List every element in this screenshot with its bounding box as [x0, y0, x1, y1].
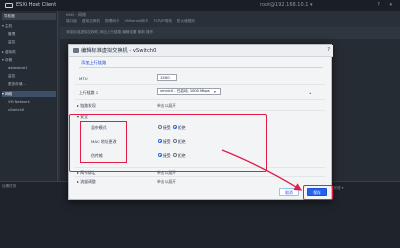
traffic-shaping-toggle[interactable]: ▸ 流量调整: [77, 179, 96, 185]
mtu-label: MTU: [79, 76, 88, 81]
row-divider: [75, 99, 325, 100]
section-divider: [79, 67, 323, 68]
nav-item-storage[interactable]: ▾ 存储: [2, 57, 12, 63]
nav-item-vm-network[interactable]: VM Network: [8, 99, 30, 105]
app-title: ESXi Host Client: [16, 2, 57, 8]
uplink-label: 上行链路 1: [79, 90, 99, 95]
vswitch-icon: [73, 48, 79, 53]
nav-item-network[interactable]: ▾ 网络: [2, 91, 56, 97]
help-icon[interactable]: ?: [327, 47, 330, 53]
traffic-shaping-value[interactable]: 单击以展开: [157, 179, 176, 185]
help-menu[interactable]: ? ▾: [377, 0, 396, 11]
row-divider: [75, 84, 325, 85]
recent-tasks-title: 近期任务: [2, 184, 17, 188]
task-status-filter[interactable]: 已完成 ▾: [330, 186, 392, 194]
link-discovery-toggle[interactable]: ▸ 链路发现: [77, 103, 96, 109]
link-discovery-value[interactable]: 单击以展开: [157, 103, 176, 109]
app-title-bar: ESXi Host Client root@192.168.10.1 ▾ ? ▾: [0, 0, 400, 11]
nav-item-datastore[interactable]: datastore1: [8, 65, 27, 71]
nav-item-vswitch0[interactable]: vSwitch0: [8, 107, 24, 113]
nav-item-storage-monitor[interactable]: 监控: [8, 73, 15, 79]
user-host-menu[interactable]: root@192.168.10.1 ▾: [260, 0, 313, 11]
network-tabs[interactable]: 端口组 虚拟交换机 物理网卡 VMkernel网卡 TCP/IP堆栈 防火墙规则: [66, 19, 195, 24]
nav-item-more-storage[interactable]: 更多存储...: [8, 81, 26, 87]
dialog-title-bar: 编辑标准虚拟交换机 - vSwitch0 ?: [69, 45, 333, 57]
uplink-select[interactable]: vmnic0 - 已启动, 1000 Mbps: [157, 88, 221, 95]
nav-item-host[interactable]: ▾ 主机: [2, 23, 12, 29]
toolbar-actions[interactable]: 添加标准虚拟交换机 添加上行链路 编辑设置 刷新 操作: [66, 30, 153, 35]
nav-item-vms[interactable]: ▸ 虚拟机: [2, 49, 16, 55]
row-divider: [75, 176, 325, 177]
row-divider: [75, 110, 325, 111]
navigator-header: 导航器: [2, 13, 56, 20]
dialog-title: 编辑标准虚拟交换机 - vSwitch0: [81, 48, 157, 54]
breadcrumb: esxi - 网络: [66, 12, 87, 17]
save-button-highlight: [303, 185, 333, 200]
mtu-input[interactable]: 1500: [157, 74, 177, 81]
right-pane: [330, 39, 400, 181]
add-uplink-link[interactable]: 添加上行链路: [81, 60, 106, 66]
main-toolbar: 添加标准虚拟交换机 添加上行链路 编辑设置 刷新 操作: [60, 27, 400, 39]
nav-item-manage[interactable]: 管理: [8, 31, 15, 37]
nav-item-monitor[interactable]: 监控: [8, 39, 15, 45]
chevron-down-icon[interactable]: ▾: [214, 90, 216, 94]
remove-uplink-icon[interactable]: •: [309, 91, 311, 96]
cancel-button[interactable]: 取消: [279, 188, 299, 196]
vmware-logo-icon: [5, 3, 13, 8]
main-header: esxi - 网络 端口组 虚拟交换机 物理网卡 VMkernel网卡 TCP/…: [60, 11, 400, 27]
radio-options-highlight: [80, 121, 127, 163]
